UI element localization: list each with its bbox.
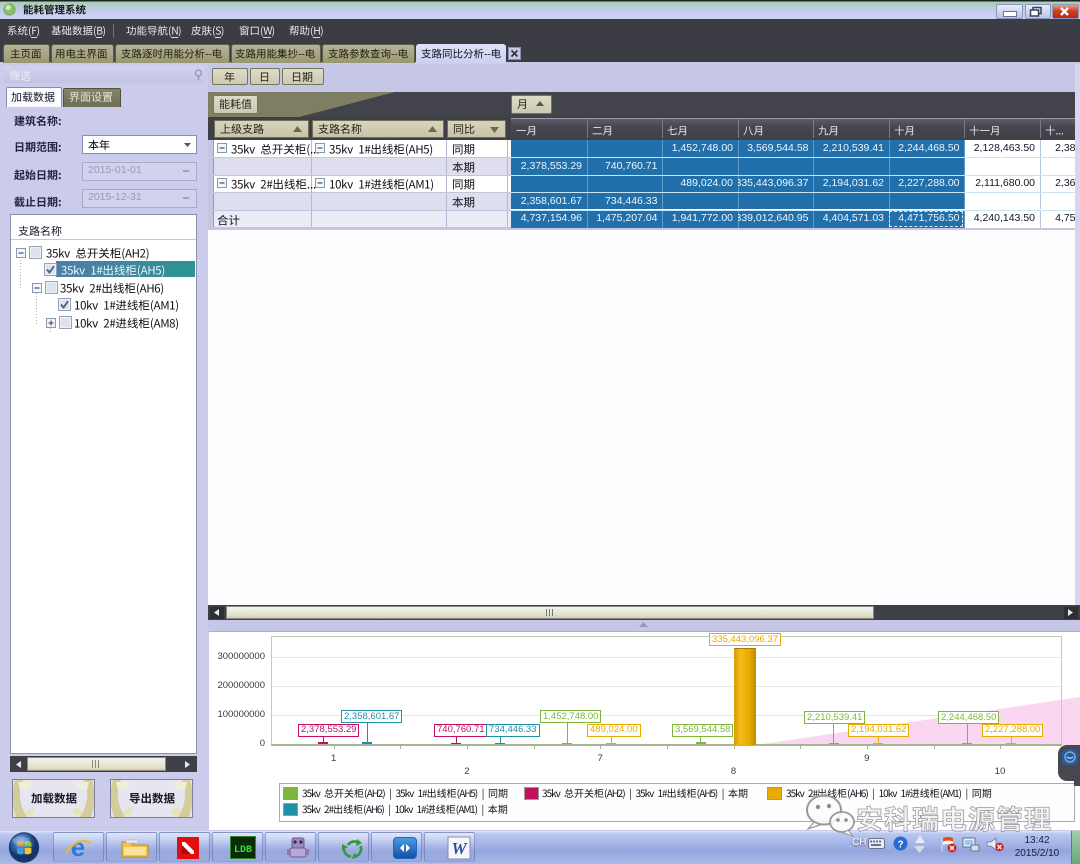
svg-text:LDB: LDB xyxy=(234,845,252,856)
svg-text:e: e xyxy=(71,834,85,861)
svg-text:?: ? xyxy=(897,840,903,851)
svg-text:W: W xyxy=(451,839,468,858)
